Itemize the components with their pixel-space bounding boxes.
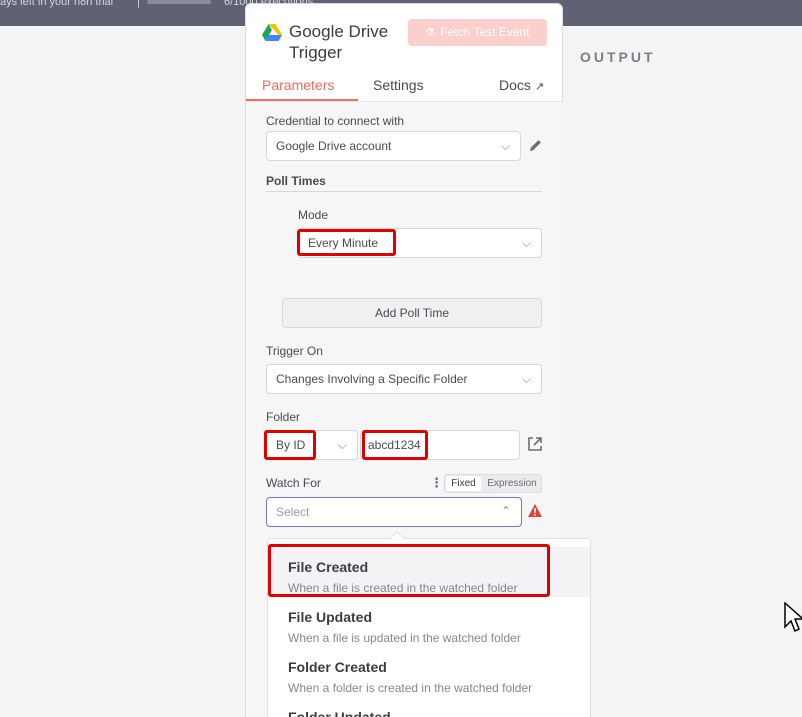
expression-option[interactable]: Expression [483,476,541,491]
chevron-down-icon: ⌵ [521,372,531,386]
option-title: Folder Created [288,659,387,675]
mode-highlight [297,229,396,256]
credential-select[interactable]: Google Drive account ⌵ [266,131,521,161]
mode-label: Mode [298,208,329,222]
option-title: Folder Updated [288,709,391,717]
external-link-icon: ↗ [534,81,545,93]
chevron-up-icon: ⌃ [500,504,511,518]
trigger-on-select[interactable]: Changes Involving a Specific Folder ⌵ [266,364,542,394]
tab-settings[interactable]: Settings [373,77,424,93]
trigger-on-label: Trigger On [266,344,323,358]
poll-times-label: Poll Times [266,174,326,188]
folder-label: Folder [266,410,301,424]
add-poll-time-button[interactable]: Add Poll Time [282,298,542,328]
watch-for-select[interactable]: Select ⌃ [266,497,522,527]
credential-value: Google Drive account [276,139,392,153]
trigger-on-value: Changes Involving a Specific Folder [276,372,468,386]
dropdown-option-file-updated[interactable]: File Updated When a file is updated in t… [268,597,590,647]
node-title: Google Drive Trigger [289,22,389,62]
chevron-down-icon: ⌵ [500,139,510,153]
fixed-option[interactable]: Fixed [446,476,481,491]
option-title: File Updated [288,609,373,625]
watch-for-placeholder: Select [276,505,310,519]
flask-icon: ⚗ [425,27,436,39]
executions-progress-bar [147,0,211,4]
watch-for-label: Watch For [266,476,321,490]
poll-times-divider [266,191,542,192]
docs-label: Docs [499,77,531,93]
add-poll-time-label: Add Poll Time [374,306,450,320]
mouse-pointer-icon [784,602,802,633]
file-created-highlight [268,544,550,597]
external-link-icon[interactable] [527,436,543,452]
trial-text: ays left in your n8n trial [0,0,114,8]
separator: | [137,0,140,8]
active-tab-underline [246,99,358,101]
option-description: When a folder is created in the watched … [288,681,533,695]
folder-id-highlight [362,430,428,460]
panel-header: Google Drive Trigger ⚗ Fetch Test Event P… [246,4,564,102]
fetch-test-event-label: Fetch Test Event [440,25,530,39]
chevron-down-icon: ⌵ [521,236,531,250]
chevron-down-icon: ⌵ [337,438,347,452]
warning-icon [528,504,542,517]
fetch-test-event-button[interactable]: ⚗ Fetch Test Event [408,19,547,46]
fixed-expression-toggle[interactable]: Fixed Expression [444,474,542,493]
dropdown-option-folder-created[interactable]: Folder Created When a folder is created … [268,647,590,697]
more-vertical-icon[interactable]: ⋮ [430,476,443,490]
google-drive-icon [262,24,282,41]
output-label: OUTPUT [580,49,656,65]
tab-docs[interactable]: Docs ↗ [499,77,544,93]
dropdown-option-folder-updated[interactable]: Folder Updated [268,697,590,717]
pencil-icon[interactable] [528,138,543,153]
credential-label: Credential to connect with [266,114,405,128]
option-description: When a file is updated in the watched fo… [288,631,521,645]
tab-parameters[interactable]: Parameters [262,77,334,93]
folder-mode-highlight [264,430,316,460]
